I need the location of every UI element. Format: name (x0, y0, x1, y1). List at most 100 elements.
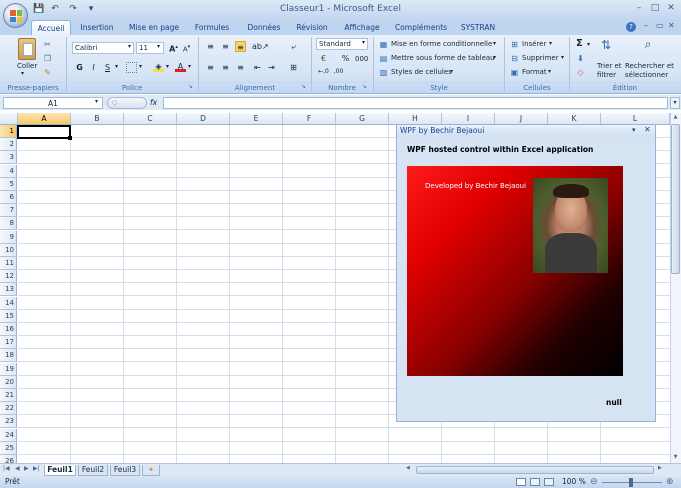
merge-center-icon[interactable]: ⊞ (288, 62, 299, 73)
paste-dropdown-icon[interactable]: ▾ (21, 70, 24, 77)
percent-button[interactable]: % (340, 53, 351, 64)
align-middle-icon[interactable]: ≡ (220, 41, 231, 52)
tab-systran[interactable]: SYSTRAN (456, 20, 500, 35)
autosum-dropdown-icon[interactable]: ▾ (587, 41, 590, 48)
tab-complements[interactable]: Compléments (392, 20, 450, 35)
active-cell-cursor[interactable] (17, 125, 71, 139)
format-painter-icon[interactable]: ✎ (42, 67, 53, 78)
orientation-icon[interactable]: ab↗ (252, 41, 269, 52)
sheet-tab-feuil2[interactable]: Feuil2 (78, 465, 108, 476)
tab-accueil[interactable]: Accueil (31, 20, 71, 35)
formula-expand-icon[interactable]: ○ (107, 97, 147, 109)
select-all-corner[interactable] (0, 113, 18, 125)
insert-cells-icon[interactable]: ⊞ (509, 39, 520, 50)
align-top-icon[interactable]: ≡ (205, 41, 216, 52)
row-header[interactable]: 3 (0, 151, 17, 164)
row-header[interactable]: 19 (0, 363, 17, 376)
zoom-out-icon[interactable]: ⊖ (590, 476, 598, 488)
horizontal-scroll-thumb[interactable] (416, 466, 654, 474)
align-right-icon[interactable]: ≡ (235, 62, 246, 73)
font-name-select[interactable]: Calibri (72, 42, 134, 54)
increase-indent-icon[interactable]: ⇥ (266, 62, 277, 73)
delete-cells-icon[interactable]: ⊟ (509, 53, 520, 64)
cell-styles-button[interactable]: Styles de cellules (391, 68, 452, 76)
row-header[interactable]: 15 (0, 310, 17, 323)
row-header[interactable]: 17 (0, 336, 17, 349)
wrap-text-icon[interactable]: ⤶ (288, 41, 299, 52)
pane-close-icon[interactable]: ✕ (644, 125, 651, 134)
borders-icon[interactable] (126, 62, 137, 73)
font-color-icon[interactable]: A (175, 61, 186, 72)
row-header[interactable]: 6 (0, 191, 17, 204)
tab-formules[interactable]: Formules (188, 20, 236, 35)
insert-cells-dropdown-icon[interactable]: ▾ (549, 40, 552, 47)
row-header[interactable]: 16 (0, 323, 17, 336)
underline-dropdown-icon[interactable]: ▾ (115, 63, 118, 70)
format-cells-button[interactable]: Format (522, 68, 547, 76)
fill-icon[interactable]: ⬇ (575, 53, 586, 64)
row-header[interactable]: 21 (0, 389, 17, 402)
tab-revision[interactable]: Révision (292, 20, 332, 35)
shrink-font-icon[interactable]: A▾ (181, 42, 192, 53)
number-format-dropdown-icon[interactable]: ▾ (362, 39, 365, 46)
fill-handle[interactable] (68, 136, 72, 140)
row-header[interactable]: 8 (0, 217, 17, 230)
zoom-level[interactable]: 100 % (562, 476, 586, 488)
decrease-indent-icon[interactable]: ⇤ (252, 62, 263, 73)
office-button[interactable] (3, 3, 28, 28)
format-cells-icon[interactable]: ▣ (509, 67, 520, 78)
column-header[interactable]: C (124, 113, 177, 125)
insert-cells-button[interactable]: Insérer (522, 40, 546, 48)
thousands-button[interactable]: 000 (355, 55, 368, 63)
find-select-label-2[interactable]: sélectionner (625, 71, 668, 79)
row-header[interactable]: 1 (0, 125, 17, 138)
help-icon[interactable]: ? (626, 22, 636, 32)
insert-function-icon[interactable]: fx (150, 98, 157, 107)
column-header[interactable]: D (177, 113, 230, 125)
scroll-up-icon[interactable]: ▲ (671, 114, 680, 122)
next-sheet-icon[interactable]: ▶ (24, 465, 29, 472)
underline-button[interactable]: S (102, 62, 113, 73)
delete-cells-button[interactable]: Supprimer (522, 54, 559, 62)
decrease-decimal-icon[interactable]: ,00 (333, 66, 344, 77)
alignment-dialog-launcher-icon[interactable]: ↘ (301, 83, 306, 90)
sheet-tab-feuil1[interactable]: Feuil1 (44, 465, 76, 476)
number-dialog-launcher-icon[interactable]: ↘ (362, 83, 367, 90)
page-break-view-icon[interactable] (544, 478, 554, 486)
scroll-right-icon[interactable]: ▶ (658, 465, 666, 474)
autosum-icon[interactable]: Σ (576, 38, 583, 49)
sort-filter-label-2[interactable]: filtrer (597, 71, 616, 79)
row-header[interactable]: 10 (0, 244, 17, 257)
minimize-icon[interactable]: – (632, 3, 646, 15)
grow-font-icon[interactable]: A▴ (168, 42, 179, 54)
ribbon-close-icon[interactable]: ✕ (668, 21, 675, 30)
conditional-formatting-icon[interactable]: ▦ (378, 39, 389, 50)
currency-icon[interactable]: € (318, 53, 329, 64)
row-header[interactable]: 7 (0, 204, 17, 217)
sort-filter-icon[interactable]: ⇅ (598, 39, 614, 56)
row-header[interactable]: 25 (0, 442, 17, 455)
row-header[interactable]: 18 (0, 349, 17, 362)
tab-insertion[interactable]: Insertion (75, 20, 119, 35)
cut-icon[interactable]: ✂ (42, 39, 53, 50)
name-box-dropdown-icon[interactable]: ▾ (95, 98, 98, 105)
column-header[interactable]: F (283, 113, 336, 125)
column-header[interactable]: A (18, 113, 71, 125)
cell-styles-icon[interactable]: ▧ (378, 67, 389, 78)
row-header[interactable]: 12 (0, 270, 17, 283)
borders-dropdown-icon[interactable]: ▾ (139, 63, 142, 70)
find-select-icon[interactable]: ⌕ (640, 38, 656, 55)
format-as-table-icon[interactable]: ▤ (378, 53, 389, 64)
row-header[interactable]: 23 (0, 415, 17, 428)
row-header[interactable]: 9 (0, 231, 17, 244)
prev-sheet-icon[interactable]: ◀ (15, 465, 20, 472)
clear-icon[interactable]: ◇ (575, 67, 586, 78)
font-color-dropdown-icon[interactable]: ▾ (188, 63, 191, 70)
bold-button[interactable]: G (74, 62, 85, 73)
number-format-select[interactable]: Standard (316, 38, 368, 50)
increase-decimal-icon[interactable]: ←,0 (318, 66, 329, 77)
font-size-dropdown-icon[interactable]: ▾ (157, 43, 160, 50)
align-left-icon[interactable]: ≡ (205, 62, 216, 73)
format-cells-dropdown-icon[interactable]: ▾ (548, 68, 551, 75)
insert-sheet-icon[interactable]: ✦ (142, 465, 160, 476)
